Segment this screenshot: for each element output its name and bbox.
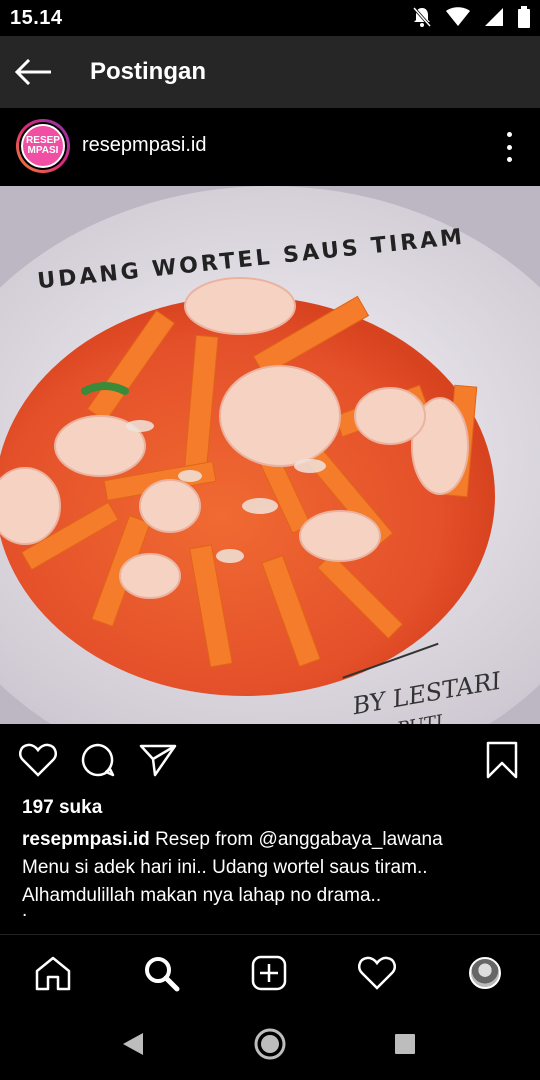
search-icon bbox=[145, 957, 180, 992]
post-image[interactable]: UDANG WORTEL SAUS TIRAM BY LESTARI PUTI bbox=[0, 186, 540, 724]
share-button[interactable] bbox=[138, 740, 178, 780]
system-recents-button[interactable] bbox=[387, 1026, 423, 1062]
system-back-button[interactable] bbox=[115, 1026, 151, 1062]
back-button[interactable] bbox=[14, 54, 54, 90]
more-dot-icon bbox=[506, 132, 512, 137]
recents-square-icon bbox=[395, 1034, 415, 1054]
battery-icon bbox=[518, 6, 530, 28]
app-bar: Postingan bbox=[0, 36, 540, 108]
nav-new-post-button[interactable] bbox=[249, 953, 289, 993]
share-icon bbox=[139, 744, 177, 777]
notifications-off-icon bbox=[412, 7, 432, 27]
post-header: RESEP MPASI resepmpasi.id bbox=[0, 108, 540, 186]
home-circle-icon bbox=[254, 1028, 286, 1060]
caption-line1: Resep from @anggabaya_lawana bbox=[155, 829, 443, 850]
avatar-logo-line2: MPASI bbox=[27, 145, 59, 156]
heart-icon bbox=[19, 743, 57, 777]
post-username[interactable]: resepmpasi.id bbox=[82, 134, 207, 157]
wifi-icon bbox=[446, 7, 470, 26]
more-options-button[interactable] bbox=[502, 132, 516, 162]
comment-button[interactable] bbox=[78, 740, 118, 780]
likes-count[interactable]: 197 suka bbox=[22, 797, 102, 819]
caption-username[interactable]: resepmpasi.id bbox=[22, 829, 150, 850]
status-bar: 15.14 bbox=[0, 0, 540, 36]
activity-heart-icon bbox=[358, 956, 396, 990]
profile-avatar bbox=[469, 957, 501, 989]
caption-line4: . bbox=[22, 900, 28, 921]
post-author-avatar[interactable]: RESEP MPASI bbox=[16, 119, 70, 173]
nav-search-button[interactable] bbox=[141, 953, 181, 993]
page-title: Postingan bbox=[90, 58, 207, 85]
caption-line3: Alhamdulillah makan nya lahap no drama.. bbox=[22, 885, 382, 906]
sauce bbox=[0, 296, 495, 696]
arrow-left-icon bbox=[15, 59, 51, 85]
status-time: 15.14 bbox=[10, 7, 63, 29]
comment-icon bbox=[81, 743, 115, 777]
bottom-nav bbox=[0, 934, 540, 1008]
more-dot-icon bbox=[506, 144, 512, 150]
add-post-icon bbox=[251, 955, 287, 991]
caption: resepmpasi.id Resep from @anggabaya_lawa… bbox=[22, 826, 522, 910]
system-home-button[interactable] bbox=[252, 1026, 288, 1062]
nav-profile-button[interactable] bbox=[465, 953, 505, 993]
caption-line2: Menu si adek hari ini.. Udang wortel sau… bbox=[22, 857, 428, 878]
nav-home-button[interactable] bbox=[33, 953, 73, 993]
system-nav-bar bbox=[0, 1008, 540, 1080]
signal-icon bbox=[485, 8, 503, 26]
status-icons bbox=[412, 6, 530, 28]
avatar-logo: RESEP MPASI bbox=[21, 124, 65, 168]
like-button[interactable] bbox=[18, 740, 58, 780]
back-triangle-icon bbox=[123, 1033, 143, 1055]
home-icon bbox=[35, 956, 71, 991]
nav-activity-button[interactable] bbox=[357, 953, 397, 993]
bookmark-icon bbox=[486, 741, 518, 779]
bookmark-button[interactable] bbox=[482, 740, 522, 780]
more-dot-icon bbox=[506, 157, 512, 162]
food-photo: UDANG WORTEL SAUS TIRAM BY LESTARI PUTI bbox=[0, 186, 540, 724]
action-row bbox=[0, 724, 540, 794]
